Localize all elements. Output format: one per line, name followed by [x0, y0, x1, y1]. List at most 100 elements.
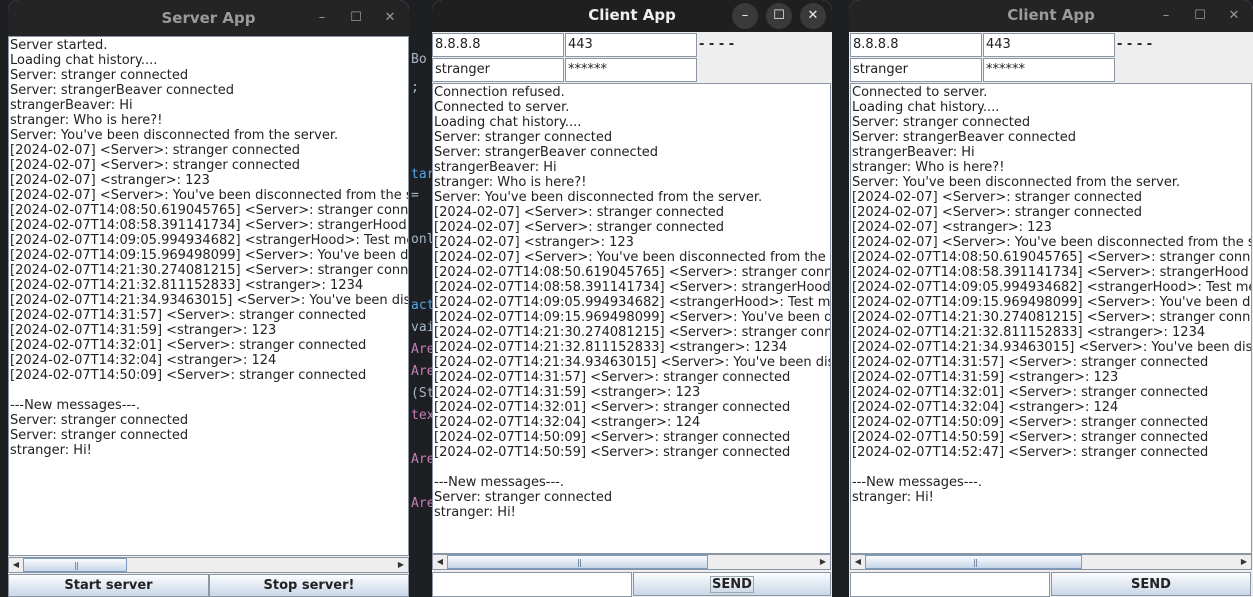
message-input[interactable]: [850, 572, 1050, 597]
title-bar[interactable]: Client App – ☐ ✕: [432, 0, 832, 32]
client-window-2: Client App – ☐ ✕ 8.8.8.8 443 - - - - str…: [849, 0, 1253, 597]
minimize-icon[interactable]: –: [309, 5, 335, 31]
server-log[interactable]: Server started. Loading chat history.... S…: [8, 36, 409, 556]
scroll-right-icon[interactable]: ▶: [816, 555, 830, 569]
log-line: stranger: Hi!: [10, 443, 92, 458]
log-line: Loading chat history....: [434, 115, 582, 130]
log-line: [2024-02-07T14:08:50.619045765] <Server>…: [434, 265, 831, 280]
close-icon[interactable]: ✕: [377, 5, 403, 31]
chat-log[interactable]: Connected to server. Loading chat history…: [850, 83, 1252, 554]
log-line: [2024-02-07T14:21:34.93463015] <Server>:…: [10, 293, 409, 308]
log-line: stranger: Who is here?!: [852, 160, 1005, 175]
log-line: [2024-02-07] <Server>: stranger connecte…: [434, 220, 724, 235]
horizontal-scrollbar[interactable]: ◀ ▶: [8, 557, 409, 573]
log-line: [2024-02-07T14:50:09] <Server>: stranger…: [434, 430, 791, 445]
log-line: [2024-02-07T14:50:09] <Server>: stranger…: [852, 415, 1209, 430]
scroll-thumb[interactable]: [23, 558, 127, 572]
close-icon[interactable]: ✕: [1221, 3, 1247, 29]
scroll-left-icon[interactable]: ◀: [9, 558, 23, 572]
log-line: [2024-02-07] <Server>: You've been disco…: [852, 235, 1252, 250]
scroll-right-icon[interactable]: ▶: [394, 558, 408, 572]
send-button[interactable]: SEND: [633, 572, 831, 596]
log-line: [2024-02-07T14:31:59] <stranger>: 123: [434, 385, 701, 400]
log-line: [2024-02-07T14:09:05.994934682] <strange…: [434, 295, 831, 310]
log-line: [2024-02-07T14:21:34.93463015] <Server>:…: [434, 355, 830, 370]
log-line: [2024-02-07] <Server>: stranger connecte…: [434, 205, 724, 220]
stop-server-button[interactable]: Stop server!: [209, 574, 409, 597]
horizontal-scrollbar[interactable]: ◀ ▶: [432, 554, 831, 570]
log-line: [2024-02-07] <Server>: You've been disco…: [434, 250, 831, 265]
log-line: Server: stranger connected: [434, 130, 613, 145]
log-line: [2024-02-07T14:08:58.391141734] <Server>…: [434, 280, 831, 295]
log-line: [2024-02-07T14:21:34.93463015] <Server>:…: [852, 340, 1252, 355]
log-line: stranger: Hi!: [434, 505, 516, 520]
maximize-icon[interactable]: ☐: [343, 5, 369, 31]
log-line: ---New messages---.: [434, 475, 564, 490]
log-line: [2024-02-07T14:31:57] <Server>: stranger…: [434, 370, 791, 385]
message-input[interactable]: [432, 572, 632, 597]
log-line: ---New messages---.: [852, 475, 982, 490]
log-line: ---New messages---.: [10, 398, 140, 413]
log-line: Server: You've been disconnected from th…: [852, 175, 1181, 190]
code-fragment: Are: [411, 364, 435, 379]
port-field[interactable]: 443: [983, 33, 1115, 57]
horizontal-scrollbar[interactable]: ◀ ▶: [850, 554, 1252, 570]
password-field[interactable]: ******: [983, 58, 1115, 82]
log-line: Loading chat history....: [852, 100, 1000, 115]
log-line: [2024-02-07T14:09:15.969498099] <Server>…: [10, 248, 409, 263]
log-line: [2024-02-07T14:21:32.811152833] <strange…: [434, 340, 788, 355]
scroll-thumb[interactable]: [447, 555, 708, 569]
window-title: Client App: [588, 6, 676, 24]
window-title: Server App: [161, 9, 256, 27]
code-fragment: onl: [411, 232, 435, 247]
client-window-1: Client App – ☐ ✕ 8.8.8.8 443 - - - - str…: [432, 0, 832, 597]
maximize-icon[interactable]: ☐: [1187, 3, 1213, 29]
scroll-left-icon[interactable]: ◀: [851, 555, 865, 569]
log-line: [2024-02-07] <Server>: stranger connecte…: [10, 158, 300, 173]
login-field[interactable]: stranger: [432, 58, 564, 82]
log-line: strangerBeaver: Hi: [852, 145, 975, 160]
log-line: [2024-02-07T14:32:01] <Server>: stranger…: [434, 400, 791, 415]
log-line: [2024-02-07T14:31:57] <Server>: stranger…: [10, 308, 367, 323]
log-line: Server: stranger connected: [434, 490, 613, 505]
maximize-icon[interactable]: ☐: [766, 3, 792, 29]
start-server-button[interactable]: Start server: [8, 574, 209, 597]
log-line: [2024-02-07T14:21:32.811152833] <strange…: [10, 278, 364, 293]
close-icon[interactable]: ✕: [800, 3, 826, 29]
port-field[interactable]: 443: [565, 33, 697, 57]
minimize-icon[interactable]: –: [1153, 3, 1179, 29]
log-line: Server: stranger connected: [10, 428, 189, 443]
chat-log[interactable]: Connection refused. Connected to server. L…: [432, 83, 831, 554]
code-fragment: Are: [411, 342, 435, 357]
code-fragment: tex: [411, 408, 435, 423]
scroll-thumb[interactable]: [865, 555, 1082, 569]
login-field[interactable]: stranger: [850, 58, 982, 82]
log-line: [2024-02-07T14:08:50.619045765] <Server>…: [10, 203, 409, 218]
log-line: Server: strangerBeaver connected: [852, 130, 1077, 145]
scroll-left-icon[interactable]: ◀: [433, 555, 447, 569]
scroll-right-icon[interactable]: ▶: [1237, 555, 1251, 569]
code-fragment: Are: [411, 496, 435, 511]
ip-field[interactable]: 8.8.8.8: [432, 33, 564, 57]
code-fragment: act: [411, 298, 435, 313]
log-line: strangerBeaver: Hi: [10, 98, 133, 113]
code-fragment: tar: [411, 167, 435, 182]
log-line: [2024-02-07T14:21:30.274081215] <Server>…: [434, 325, 831, 340]
send-label: SEND: [710, 575, 754, 593]
minimize-icon[interactable]: –: [732, 3, 758, 29]
log-line: Server started.: [10, 38, 108, 53]
code-fragment: ;: [411, 80, 419, 95]
log-line: [2024-02-07] <stranger>: 123: [852, 220, 1052, 235]
log-line: Server: stranger connected: [10, 68, 189, 83]
password-field[interactable]: ******: [565, 58, 697, 82]
code-fragment: =: [411, 188, 419, 203]
log-line: Server: stranger connected: [10, 413, 189, 428]
title-bar[interactable]: Client App – ☐ ✕: [849, 0, 1253, 32]
title-bar[interactable]: Server App – ☐ ✕: [8, 0, 409, 36]
send-button[interactable]: SEND: [1051, 572, 1251, 596]
log-line: Server: strangerBeaver connected: [434, 145, 659, 160]
ip-field[interactable]: 8.8.8.8: [850, 33, 982, 57]
log-line: [2024-02-07T14:09:05.994934682] <strange…: [10, 233, 409, 248]
